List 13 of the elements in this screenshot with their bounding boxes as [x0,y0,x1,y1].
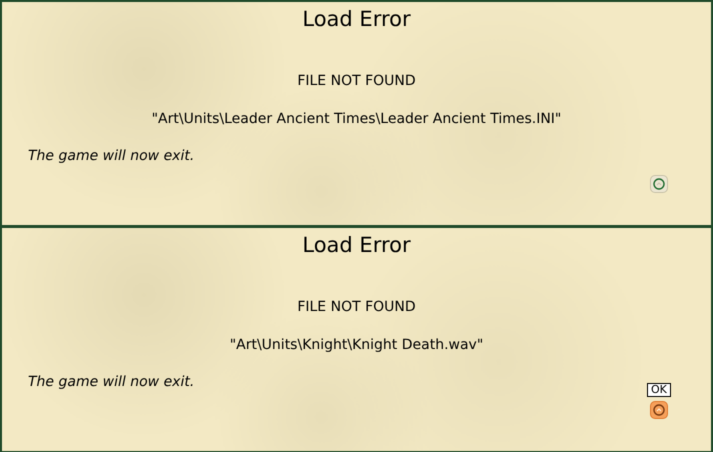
exit-message: The game will now exit. [28,147,194,165]
error-heading: FILE NOT FOUND [296,72,417,90]
dialog-title: Load Error [301,232,412,258]
error-heading: FILE NOT FOUND [296,298,417,316]
ok-button[interactable] [650,175,668,193]
tooltip: OK [647,383,671,397]
file-path: "Art\Units\Leader Ancient Times\Leader Ancient Times.INI" [150,110,562,128]
file-path: "Art\Units\Knight\Knight Death.wav" [228,336,484,354]
ring-icon [653,404,665,416]
ring-icon [653,178,665,190]
ok-button[interactable] [650,401,668,419]
dialog-title: Load Error [301,6,412,32]
exit-message: The game will now exit. [28,373,194,391]
